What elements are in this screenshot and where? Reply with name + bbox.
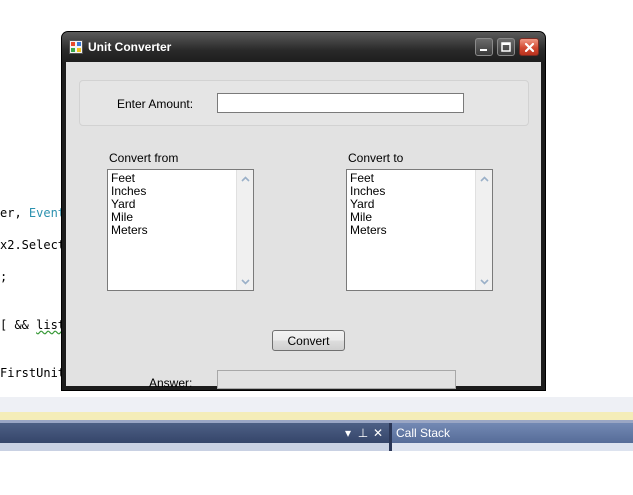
minimize-icon bbox=[480, 49, 487, 51]
form-client-area: Enter Amount: Convert from Convert to Fe… bbox=[66, 62, 541, 390]
convert-from-scrollbar[interactable] bbox=[236, 170, 253, 290]
scroll-down-button[interactable] bbox=[238, 274, 253, 289]
maximize-icon bbox=[501, 42, 511, 52]
chevron-down-icon bbox=[241, 278, 250, 285]
answer-output bbox=[217, 370, 456, 389]
convert-from-label: Convert from bbox=[109, 151, 179, 165]
chevron-down-icon bbox=[480, 278, 489, 285]
amount-input[interactable] bbox=[217, 93, 464, 113]
convert-button[interactable]: Convert bbox=[272, 330, 345, 351]
panel-close-icon[interactable]: ✕ bbox=[372, 423, 384, 443]
code-text: x2.Select bbox=[0, 238, 66, 252]
convert-from-listbox[interactable]: Feet Inches Yard Mile Meters bbox=[107, 169, 254, 291]
ide-highlight-strip bbox=[0, 412, 633, 420]
code-line: ; bbox=[0, 270, 7, 284]
app-icon bbox=[69, 40, 83, 54]
chevron-up-icon bbox=[241, 175, 250, 182]
convert-from-list: Feet Inches Yard Mile Meters bbox=[111, 172, 148, 237]
window-title: Unit Converter bbox=[88, 40, 172, 54]
code-text: FirstUnit bbox=[0, 366, 66, 380]
call-stack-panel-body bbox=[392, 443, 633, 451]
unit-converter-window: Unit Converter Enter Amount: Convert fro… bbox=[62, 32, 545, 390]
panel-dropdown-icon[interactable]: ▾ bbox=[342, 423, 354, 443]
convert-to-scrollbar[interactable] bbox=[475, 170, 492, 290]
convert-to-item[interactable]: Meters bbox=[350, 224, 387, 237]
close-icon bbox=[524, 42, 534, 52]
call-stack-title: Call Stack bbox=[396, 426, 451, 440]
call-stack-tab[interactable]: Call Stack bbox=[392, 423, 633, 443]
answer-label: Answer: bbox=[149, 376, 193, 390]
scroll-down-button[interactable] bbox=[477, 274, 492, 289]
enter-amount-label: Enter Amount: bbox=[117, 97, 194, 111]
ide-left-panel-header bbox=[0, 423, 389, 443]
convert-to-label: Convert to bbox=[348, 151, 404, 165]
convert-to-list: Feet Inches Yard Mile Meters bbox=[350, 172, 387, 237]
panel-pin-icon[interactable]: ⊥ bbox=[357, 423, 369, 443]
convert-to-listbox[interactable]: Feet Inches Yard Mile Meters bbox=[346, 169, 493, 291]
scroll-up-button[interactable] bbox=[238, 171, 253, 186]
scroll-up-button[interactable] bbox=[477, 171, 492, 186]
convert-from-item[interactable]: Meters bbox=[111, 224, 148, 237]
code-text: ; bbox=[0, 270, 8, 284]
code-text: er, bbox=[0, 206, 29, 220]
code-line: FirstUnit bbox=[0, 366, 65, 380]
maximize-button[interactable] bbox=[497, 38, 515, 56]
title-bar[interactable]: Unit Converter bbox=[62, 32, 545, 62]
ide-status-strip bbox=[0, 397, 633, 412]
ide-left-panel-body bbox=[0, 443, 389, 451]
code-text: [ && bbox=[0, 318, 37, 332]
chevron-up-icon bbox=[480, 175, 489, 182]
close-button[interactable] bbox=[519, 38, 539, 56]
code-line: x2.Select bbox=[0, 238, 65, 252]
minimize-button[interactable] bbox=[475, 38, 493, 56]
